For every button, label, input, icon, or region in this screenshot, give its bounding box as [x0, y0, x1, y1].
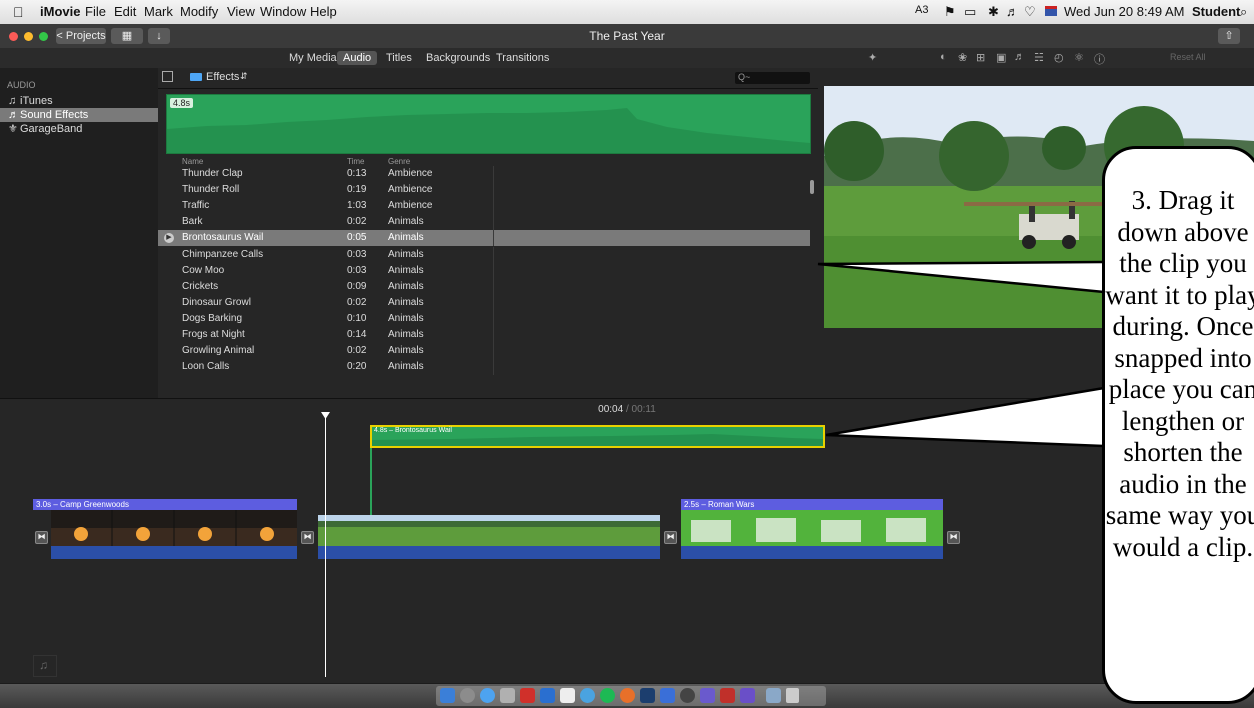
callout-line: during. Once: [1112, 311, 1254, 341]
callout-line: the clip you: [1119, 248, 1247, 278]
callout-line: snapped into: [1114, 342, 1252, 373]
callout-line: shorten the: [1123, 437, 1243, 467]
instruction-callout: 3. Drag it down above the clip you want …: [1102, 146, 1254, 704]
callout-pointers: [817, 260, 1105, 448]
callout-line: want it to play: [1105, 279, 1254, 310]
callout-line: lengthen or: [1121, 405, 1245, 436]
callout-line: place you can: [1108, 374, 1254, 404]
callout-text: 3. Drag it down above the clip you want …: [1105, 185, 1254, 563]
callout-line: audio in the: [1119, 468, 1247, 499]
callout-line: down above: [1117, 216, 1249, 247]
callout-line: 3. Drag it: [1131, 185, 1235, 215]
callout-line: would a clip.: [1112, 531, 1254, 562]
callout-line: same way you: [1105, 500, 1254, 530]
